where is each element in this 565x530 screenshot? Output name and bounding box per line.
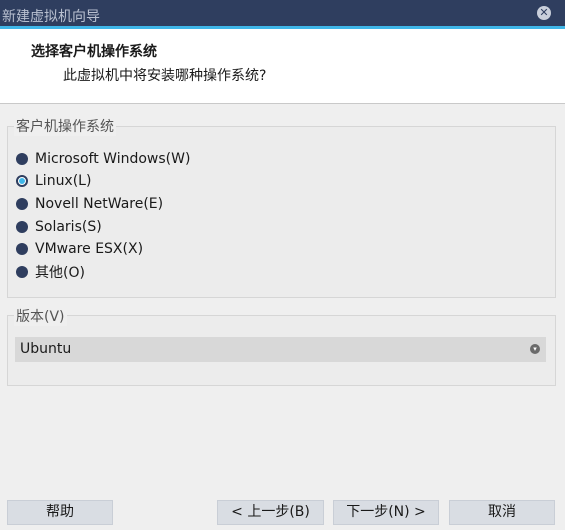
radio-label: Linux(L)	[35, 173, 92, 189]
version-group-label: 版本(V)	[14, 306, 67, 326]
title-bar: 新建虚拟机向导 ✕	[0, 0, 565, 29]
radio-windows[interactable]: Microsoft Windows(W)	[16, 149, 190, 169]
cancel-button[interactable]: 取消	[449, 500, 555, 525]
radio-button-selected-icon[interactable]	[16, 175, 28, 187]
back-button[interactable]: < 上一步(B)	[217, 500, 324, 525]
radio-netware[interactable]: Novell NetWare(E)	[16, 194, 163, 214]
help-button[interactable]: 帮助	[7, 500, 113, 525]
radio-button-icon[interactable]	[16, 243, 28, 255]
radio-label: Solaris(S)	[35, 219, 102, 235]
chevron-down-icon[interactable]: ▾	[530, 344, 540, 354]
page-subtitle: 此虚拟机中将安装哪种操作系统?	[63, 68, 267, 84]
radio-button-icon[interactable]	[16, 198, 28, 210]
window-title: 新建虚拟机向导	[2, 9, 100, 25]
radio-label: Novell NetWare(E)	[35, 196, 164, 212]
radio-button-icon[interactable]	[16, 266, 28, 278]
version-select-value: Ubuntu	[20, 341, 72, 357]
next-button[interactable]: 下一步(N) >	[333, 500, 439, 525]
radio-esx[interactable]: VMware ESX(X)	[16, 239, 143, 259]
radio-solaris[interactable]: Solaris(S)	[16, 217, 102, 237]
wizard-header: 选择客户机操作系统 此虚拟机中将安装哪种操作系统?	[0, 29, 565, 104]
guest-os-group-label: 客户机操作系统	[14, 116, 116, 136]
radio-label: VMware ESX(X)	[35, 241, 144, 257]
page-title: 选择客户机操作系统	[31, 44, 157, 60]
radio-label: 其他(O)	[35, 265, 85, 281]
close-icon[interactable]: ✕	[537, 6, 551, 20]
radio-linux[interactable]: Linux(L)	[16, 171, 91, 191]
radio-label: Microsoft Windows(W)	[35, 151, 191, 167]
radio-button-icon[interactable]	[16, 153, 28, 165]
radio-button-icon[interactable]	[16, 221, 28, 233]
version-select[interactable]: Ubuntu ▾	[15, 337, 546, 362]
radio-other[interactable]: 其他(O)	[16, 262, 85, 282]
